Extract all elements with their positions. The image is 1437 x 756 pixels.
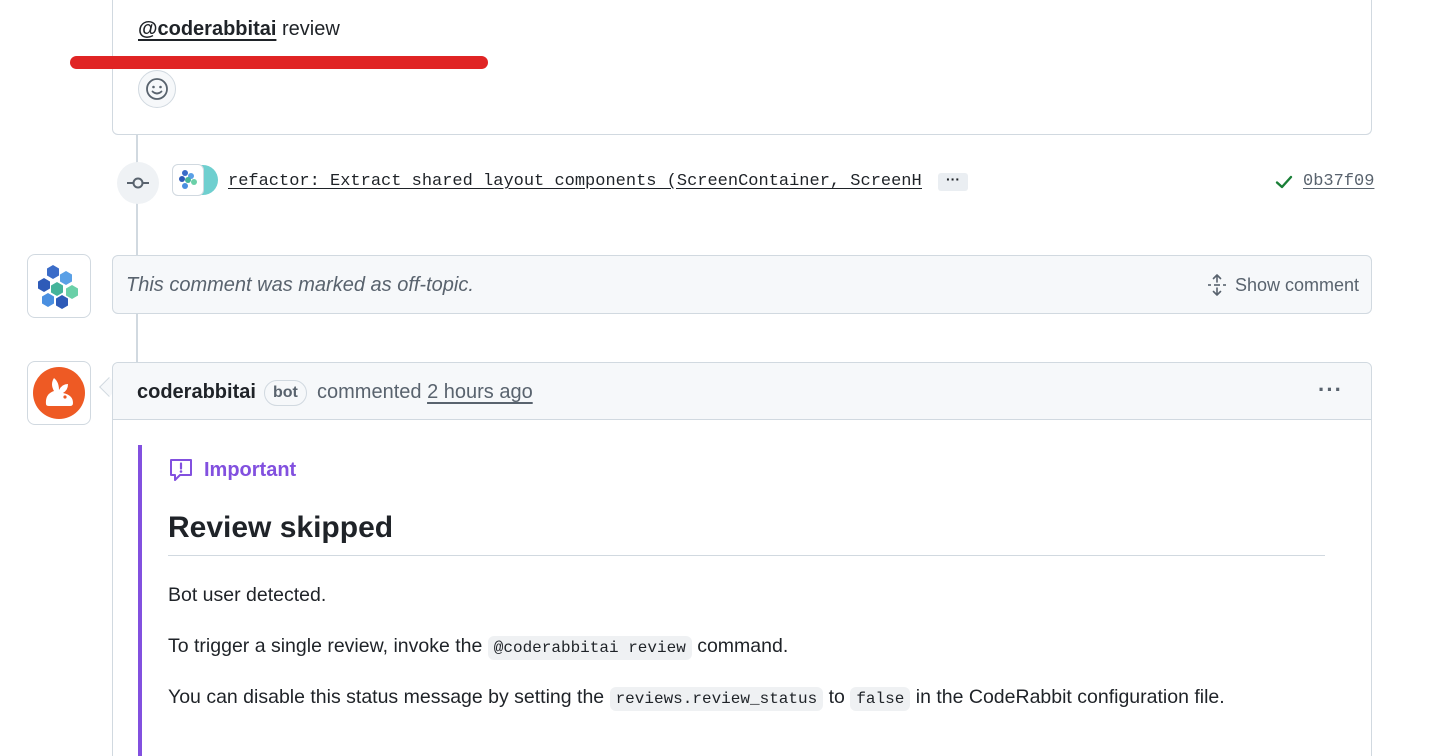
- rabbit-logo-icon: [33, 367, 85, 419]
- text-segment: to: [823, 686, 851, 708]
- user-mention-link[interactable]: @coderabbitai: [138, 18, 276, 40]
- text-segment: command.: [691, 635, 789, 657]
- comment-body: @coderabbitai review: [138, 18, 340, 41]
- alert-title: Important: [168, 457, 1323, 483]
- red-annotation-underline: [70, 56, 488, 69]
- off-topic-notice: This comment was marked as off-topic.: [126, 274, 474, 296]
- author-link[interactable]: coderabbitai: [137, 381, 256, 404]
- show-comment-button[interactable]: Show comment: [1207, 274, 1359, 296]
- show-comment-label: Show comment: [1234, 274, 1359, 295]
- commit-author-avatar[interactable]: [172, 164, 204, 196]
- comment-options-button[interactable]: ···: [1318, 377, 1343, 403]
- text-segment: You can disable this status message by s…: [168, 686, 610, 708]
- important-alert: Important Review skipped Bot user detect…: [138, 445, 1325, 756]
- alert-paragraph: To trigger a single review, invoke the @…: [168, 635, 1323, 660]
- hexagon-logo-icon: [38, 265, 78, 309]
- text-segment: in the CodeRabbit configuration file.: [910, 686, 1225, 708]
- add-reaction-button[interactable]: [138, 70, 176, 108]
- text-segment: To trigger a single review, invoke the: [168, 635, 488, 657]
- comment-meta: commented 2 hours ago: [317, 381, 533, 404]
- smiley-icon: [146, 78, 168, 100]
- alert-paragraph: You can disable this status message by s…: [168, 686, 1323, 711]
- alert-type-label: Important: [204, 458, 297, 481]
- minimized-comment: This comment was marked as off-topic. Sh…: [112, 255, 1372, 314]
- alert-heading: Review skipped: [168, 511, 1325, 556]
- inline-code: false: [850, 687, 911, 711]
- unfold-icon: [1207, 274, 1226, 296]
- comment-text: review: [276, 18, 340, 40]
- bot-badge: bot: [264, 380, 307, 406]
- inline-code: @coderabbitai review: [487, 636, 692, 660]
- timestamp-link[interactable]: 2 hours ago: [427, 381, 533, 403]
- commit-node: [117, 162, 159, 204]
- expand-commit-button[interactable]: ···: [938, 172, 968, 191]
- avatar[interactable]: [27, 254, 91, 318]
- git-commit-icon: [127, 177, 149, 189]
- comment-header: coderabbitai bot commented 2 hours ago ·…: [113, 363, 1371, 420]
- coderabbit-avatar[interactable]: [27, 361, 91, 425]
- comment-action: commented: [317, 381, 428, 403]
- alert-paragraph: Bot user detected.: [168, 584, 327, 606]
- bot-comment: coderabbitai bot commented 2 hours ago ·…: [112, 362, 1372, 756]
- inline-code: reviews.review_status: [609, 687, 824, 711]
- commit-message-link[interactable]: refactor: Extract shared layout componen…: [228, 172, 922, 191]
- commit-sha-link[interactable]: 0b37f09: [1303, 172, 1374, 191]
- report-icon: [170, 459, 192, 481]
- status-check-icon[interactable]: [1274, 172, 1294, 197]
- hexagon-logo-icon: [179, 170, 197, 189]
